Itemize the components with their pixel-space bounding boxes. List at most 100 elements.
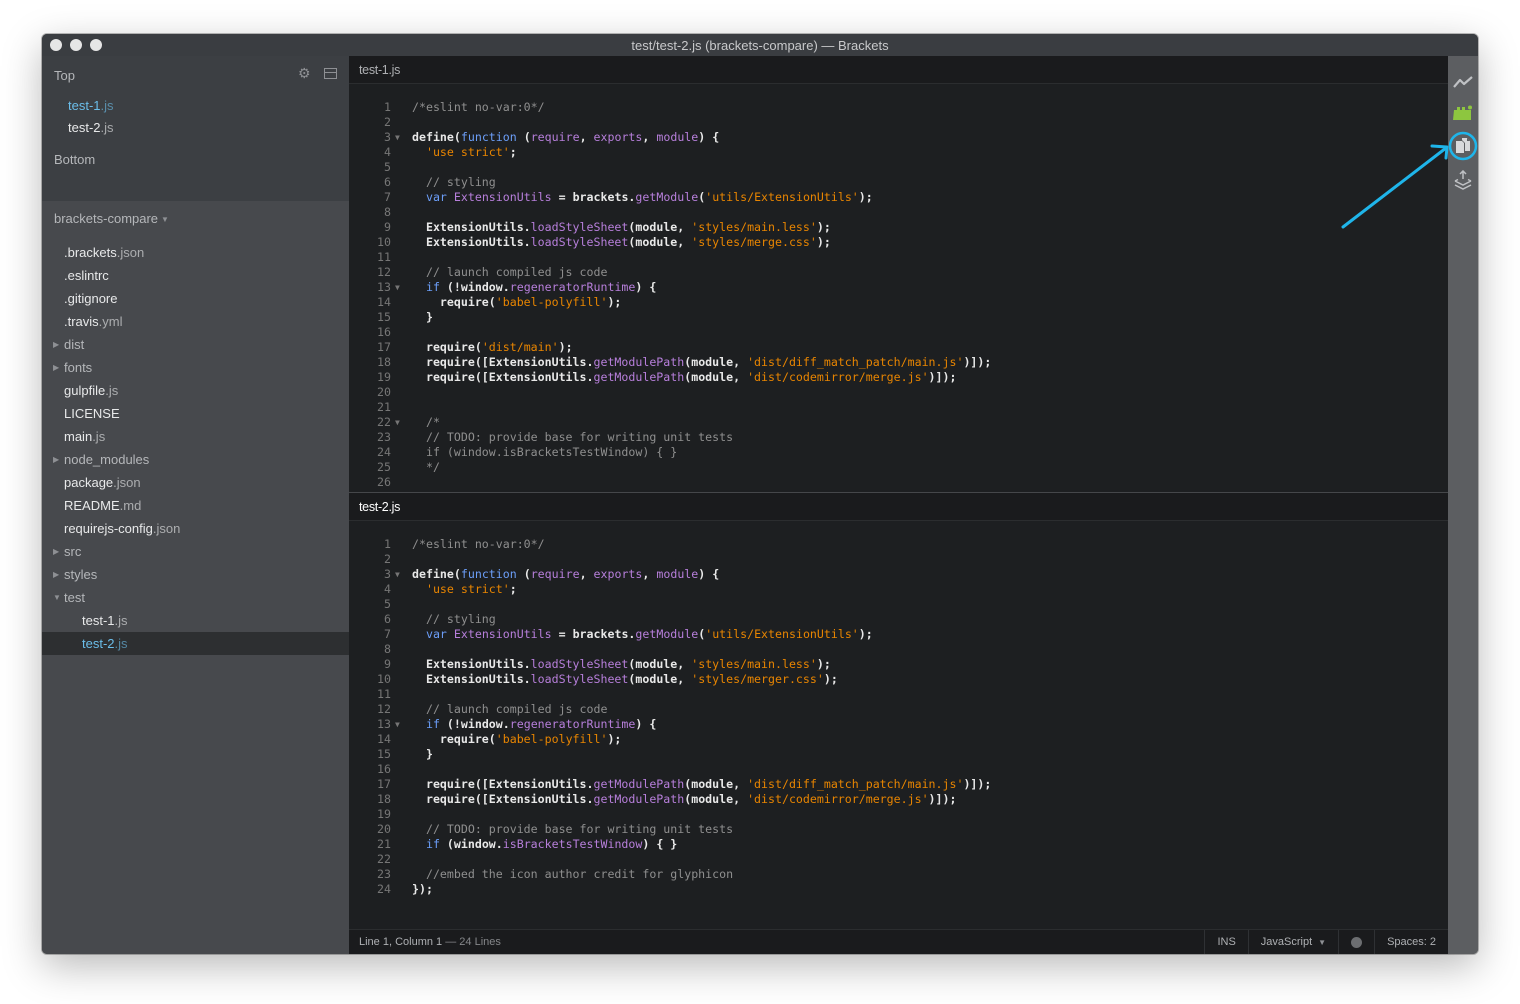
code-token: (module, — [684, 792, 748, 806]
tree-file[interactable]: .travis.yml — [42, 310, 349, 333]
tree-file[interactable]: .gitignore — [42, 287, 349, 310]
code-line: 11 — [349, 687, 1448, 702]
line-number: 2 — [384, 115, 391, 129]
file-ext: .js — [100, 98, 114, 113]
tree-folder[interactable]: ▶ styles — [42, 563, 349, 586]
tree-folder[interactable]: ▼ test — [42, 586, 349, 609]
code-line: 7 var ExtensionUtils = brackets.getModul… — [349, 190, 1448, 205]
line-content: if (!window.regeneratorRuntime) { — [412, 717, 656, 732]
line-number: 5 — [384, 160, 391, 174]
fold-arrow-icon[interactable]: ▼ — [391, 717, 412, 732]
tree-folder[interactable]: ▶ src — [42, 540, 349, 563]
code-token: */ — [412, 460, 440, 474]
code-token: // launch compiled js code — [412, 265, 608, 279]
chevron-right-icon[interactable]: ▶ — [53, 448, 59, 471]
code-line: 24}); — [349, 882, 1448, 897]
gear-icon[interactable]: ⚙ — [298, 66, 312, 80]
code-line: 3 ▼ define(function (require, exports, mod… — [349, 130, 1448, 145]
tree-file[interactable]: .brackets.json — [42, 241, 349, 264]
code-token: = brackets. — [551, 190, 636, 204]
code-line: 15 } — [349, 747, 1448, 762]
extension-manager-icon[interactable] — [1453, 103, 1473, 123]
chevron-right-icon[interactable]: ▶ — [53, 563, 59, 586]
minimize-window-button[interactable] — [70, 39, 82, 51]
chevron-right-icon[interactable]: ▶ — [53, 356, 59, 379]
working-set-bottom-label: Bottom — [54, 152, 96, 167]
chevron-down-icon: ▼ — [1318, 937, 1327, 947]
line-number: 26 — [377, 475, 391, 489]
code-token: ); — [607, 732, 622, 746]
line-number: 14 — [377, 295, 391, 309]
fold-gutter — [391, 205, 412, 220]
split-view-icon[interactable] — [324, 68, 337, 79]
editor-pane-bottom[interactable]: test-2.js 1/*eslint no-var:0*/2 3 ▼ define(f… — [349, 493, 1448, 929]
tree-file[interactable]: package.json — [42, 471, 349, 494]
indent-settings[interactable]: Spaces: 2 — [1374, 930, 1448, 954]
tree-file[interactable]: test-1.js — [42, 609, 349, 632]
code-line: 20 // TODO: provide base for writing uni… — [349, 822, 1448, 837]
fold-arrow-icon[interactable]: ▼ — [391, 415, 412, 430]
tree-file[interactable]: requirejs-config.json — [42, 517, 349, 540]
linter-status[interactable] — [1338, 930, 1374, 954]
line-number: 23 — [377, 430, 391, 444]
code-token: // TODO: provide base for writing unit t… — [412, 822, 734, 836]
tree-file[interactable]: .eslintrc — [42, 264, 349, 287]
code-editor[interactable]: 1/*eslint no-var:0*/2 3 ▼ define(function (… — [349, 84, 1448, 490]
close-window-button[interactable] — [50, 39, 62, 51]
line-number: 20 — [377, 822, 391, 836]
tree-file[interactable]: test-2.js — [42, 632, 349, 655]
project-dropdown[interactable]: brackets-compare ▼ — [54, 211, 169, 226]
tree-file[interactable]: main.js — [42, 425, 349, 448]
fold-arrow-icon[interactable]: ▼ — [391, 130, 412, 145]
window-controls — [50, 39, 102, 51]
language-selector[interactable]: JavaScript ▼ — [1247, 930, 1338, 954]
tree-folder[interactable]: ▶ dist — [42, 333, 349, 356]
line-number: 23 — [377, 867, 391, 881]
deploy-icon[interactable] — [1453, 170, 1473, 190]
tree-folder[interactable]: ▶ fonts — [42, 356, 349, 379]
line-number: 9 — [384, 220, 391, 234]
brackets-window: test/test-2.js (brackets-compare) — Brac… — [42, 34, 1478, 954]
compare-files-icon[interactable] — [1453, 136, 1473, 156]
fold-arrow-icon[interactable]: ▼ — [391, 280, 412, 295]
code-line: 13 ▼ if (!window.regeneratorRuntime) { — [349, 717, 1448, 732]
code-token: isBracketsTestWindow — [502, 837, 643, 851]
code-token: require([ExtensionUtils. — [412, 355, 594, 369]
chevron-right-icon[interactable]: ▶ — [53, 333, 59, 356]
code-token: regeneratorRuntime — [509, 717, 636, 731]
line-number: 3 — [384, 130, 391, 144]
working-set-file[interactable]: test-2.js — [68, 120, 114, 135]
tree-file[interactable]: README.md — [42, 494, 349, 517]
zoom-window-button[interactable] — [90, 39, 102, 51]
fold-gutter — [391, 792, 412, 807]
code-token: = brackets. — [551, 627, 636, 641]
tree-item-ext: .js — [114, 636, 128, 651]
fold-gutter — [391, 115, 412, 130]
code-editor[interactable]: 1/*eslint no-var:0*/2 3 ▼ define(function (… — [349, 521, 1448, 897]
tree-item-name: LICENSE — [64, 406, 120, 421]
overwrite-mode-toggle[interactable]: INS — [1204, 930, 1247, 954]
tree-file[interactable]: gulpfile.js — [42, 379, 349, 402]
fold-arrow-icon[interactable]: ▼ — [391, 567, 412, 582]
live-preview-icon[interactable] — [1453, 72, 1473, 92]
code-line: 20 — [349, 385, 1448, 400]
line-number: 21 — [377, 400, 391, 414]
editor-pane-top[interactable]: test-1.js 1/*eslint no-var:0*/2 3 ▼ define(f… — [349, 56, 1448, 492]
working-set-file[interactable]: test-1.js — [68, 98, 114, 113]
fold-gutter — [391, 445, 412, 460]
tree-folder[interactable]: ▶ node_modules — [42, 448, 349, 471]
chevron-down-icon[interactable]: ▼ — [53, 586, 61, 609]
code-token: 'dist/codemirror/merge.js' — [747, 792, 929, 806]
chevron-right-icon[interactable]: ▶ — [53, 540, 59, 563]
code-token: 'dist/main' — [481, 340, 559, 354]
code-line: 14 require('babel-polyfill'); — [349, 732, 1448, 747]
cursor-position[interactable]: Line 1, Column 1 — 24 Lines — [349, 936, 1204, 948]
mode-label: INS — [1217, 936, 1236, 948]
fold-gutter — [391, 220, 412, 235]
code-token: 'styles/main.less' — [691, 220, 817, 234]
code-token: getModulePath — [593, 777, 685, 791]
tree-file[interactable]: LICENSE — [42, 402, 349, 425]
file-tree: .brackets.json .eslintrc .gitignore .travis… — [42, 241, 349, 655]
